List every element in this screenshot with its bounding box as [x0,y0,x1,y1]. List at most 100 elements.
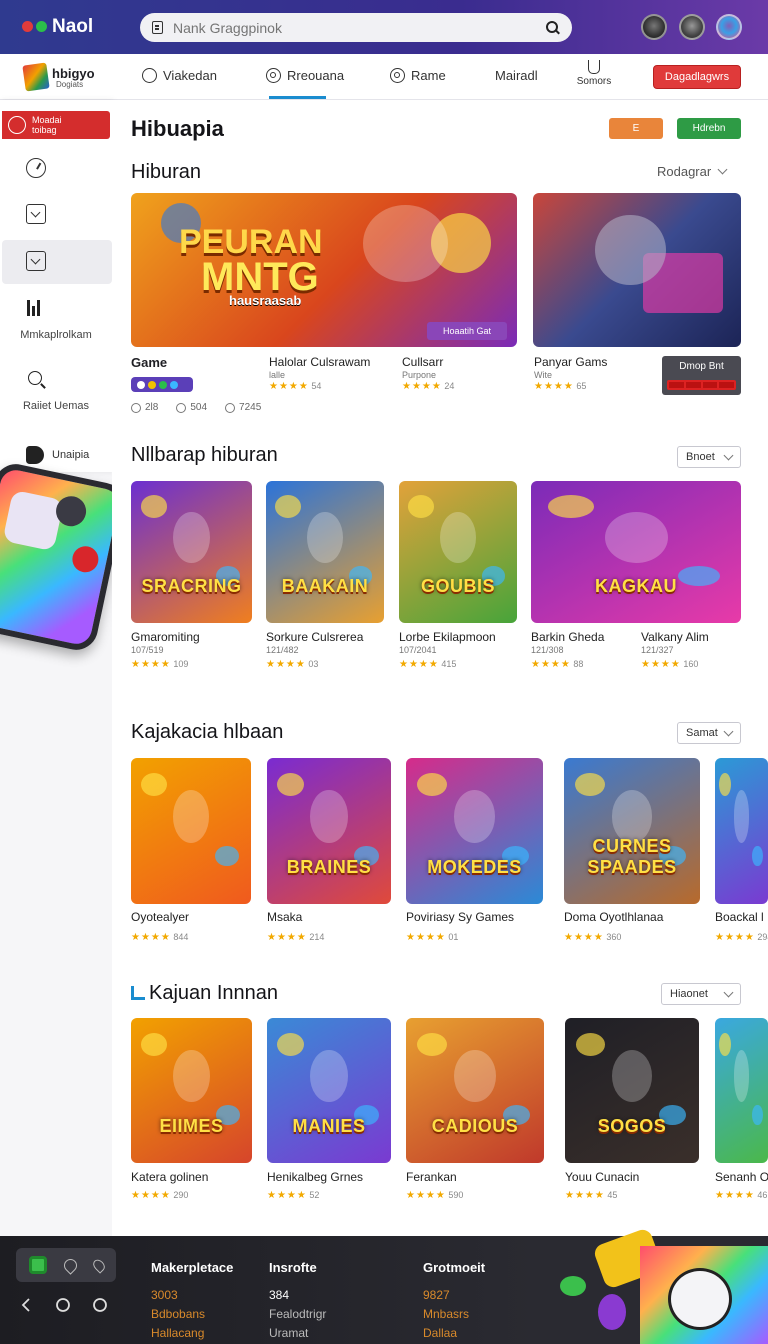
card-title[interactable]: Poviriasy Sy Games [406,910,514,924]
card-title[interactable]: Gmaromiting [131,630,200,644]
game-card-image[interactable]: MANIES [267,1018,391,1163]
featured-card-image[interactable] [533,193,741,347]
sort-dropdown[interactable]: Rodagrar [657,164,728,179]
game-card-image[interactable] [131,758,251,904]
sidebar-item-selected[interactable] [2,240,112,284]
sidebar-item-label[interactable]: Mmkaplrolkam [0,329,112,341]
card-art-text: MANIES [292,1115,366,1136]
card-title[interactable]: Panyar Gams [534,355,607,369]
card-title[interactable]: Youu Cunacin [565,1170,639,1184]
card-rating: ★★★★ 360 [564,932,622,943]
heart-icon[interactable] [60,1255,80,1275]
section-dropdown[interactable]: Bnoet [677,446,741,468]
popup-progress [667,380,736,390]
card-rating: ★★★★ 88 [531,659,584,670]
dropdown-box-icon[interactable] [26,251,46,271]
card-title[interactable]: Ferankan [406,1170,457,1184]
game-card-image[interactable]: BAAKAIN [266,481,384,623]
nav-item-somors[interactable]: Somors [574,60,614,87]
game-card-image[interactable]: EIIMES [131,1018,252,1163]
home-icon[interactable] [55,1297,71,1313]
corner-icon [131,985,145,1000]
chevron-down-icon [717,164,728,175]
game-card-image[interactable]: GOUBIS [399,481,517,623]
footer-link[interactable]: Dallaa [423,1326,457,1340]
nav-item-viakedan[interactable]: Viakedan [142,68,217,83]
card-title[interactable]: Cullsarr [402,355,443,369]
avatar-robot[interactable] [641,14,667,40]
profile-icon [26,446,44,464]
game-card-image[interactable]: CADIOUS [406,1018,544,1163]
filter-pill-green[interactable]: Hdrebn [677,118,741,139]
calendar-icon[interactable] [28,1256,47,1274]
character-shape [454,1049,496,1103]
card-title[interactable]: Msaka [267,910,302,924]
nav-item-mairadl[interactable]: Mairadl [495,68,538,83]
card-rating: ★★★★ 844 [131,932,189,943]
game-card-image[interactable]: SRACRING [131,481,252,623]
hero-title[interactable]: Game [131,355,167,370]
panda-mascot-shape [668,1268,732,1330]
card-title[interactable]: Lorbe Ekilapmoon [399,630,496,644]
hero-badge[interactable]: Hoaatih Gat [427,322,507,340]
sidebar-item-featured[interactable]: Moadai toibag [2,111,110,139]
nav-item-rreouana[interactable]: Rreouana [266,68,344,83]
game-card-image[interactable]: BRAINES [267,758,391,904]
cta-button[interactable]: Dagadlagwrs [653,65,741,89]
footer-col-title: Grotmoeit [423,1260,486,1275]
card-title[interactable]: Halolar Culsrawam [269,355,370,369]
card-rating: ★★★★ 290 [131,1190,189,1201]
gamepad-illustration [0,460,129,654]
section-dropdown[interactable]: Samat [677,722,741,744]
avatar-mech[interactable] [679,14,705,40]
card-title[interactable]: Katera golinen [131,1170,208,1184]
avatar-user[interactable] [716,14,742,40]
game-card-image[interactable]: MOKEDES [406,758,543,904]
card-rating: ★★★★ 294 [715,932,768,943]
game-card-image[interactable]: SOGOS [565,1018,699,1163]
card-title[interactable]: Valkany Alim [641,630,709,644]
footer-link[interactable]: Uramat [269,1326,308,1340]
card-title[interactable]: Sorkure Culsrerea [266,630,363,644]
pin-icon[interactable] [90,1256,107,1274]
card-rating: ★★★★ 160 [641,659,699,670]
game-card-image[interactable] [715,758,768,904]
target-icon [266,68,281,83]
footer-link[interactable]: Hallacang [151,1326,204,1340]
game-card-image[interactable]: CURNES SPAADES [564,758,700,904]
filter-pill-orange[interactable]: E [609,118,663,139]
sidebar-footer-label: Unaipia [52,449,90,461]
star-icons: ★★★★ [267,1190,307,1201]
search-icon[interactable] [546,20,560,35]
search-bar[interactable] [140,13,572,42]
card-art-text: BAAKAIN [281,576,369,597]
dropdown-box-icon[interactable] [26,204,46,224]
footer-link[interactable]: Mnbasrs [423,1307,469,1321]
character-shape [173,1049,210,1103]
card-title[interactable]: Henikalbeg Grnes [267,1170,363,1184]
card-title[interactable]: Senanh O [715,1170,768,1184]
character-shape [733,1049,750,1103]
deco-candy-shape [560,1276,586,1296]
card-title[interactable]: Barkin Gheda [531,630,604,644]
game-card-image[interactable]: KAGKAU [531,481,741,623]
dropdown-label: Bnoet [686,451,715,463]
section-dropdown[interactable]: Hiaonet [661,983,741,1005]
star-icons: ★★★★ [564,932,604,943]
card-title[interactable]: Doma Oyotlhlanaa [564,910,663,924]
nav-item-rame[interactable]: Rame [390,68,446,83]
search-icon[interactable] [28,371,46,389]
gauge-icon[interactable] [26,158,46,178]
game-card-image[interactable] [715,1018,768,1163]
sidebar-item-footer[interactable]: Unaipia [26,446,89,464]
card-title[interactable]: Boackal l [715,910,764,924]
star-icons: ★★★★ [531,659,571,670]
recent-icon[interactable] [92,1297,108,1313]
drop-popup[interactable]: Dmop Bnt [662,356,741,395]
footer-link[interactable]: Fealodtrigr [269,1307,326,1321]
search-input[interactable] [173,19,546,36]
footer-link[interactable]: Bdbobans [151,1307,205,1321]
sidebar-item-label[interactable]: Raiiet Uemas [0,400,112,412]
back-icon[interactable] [18,1297,34,1313]
card-title[interactable]: Oyotealyer [131,910,189,924]
